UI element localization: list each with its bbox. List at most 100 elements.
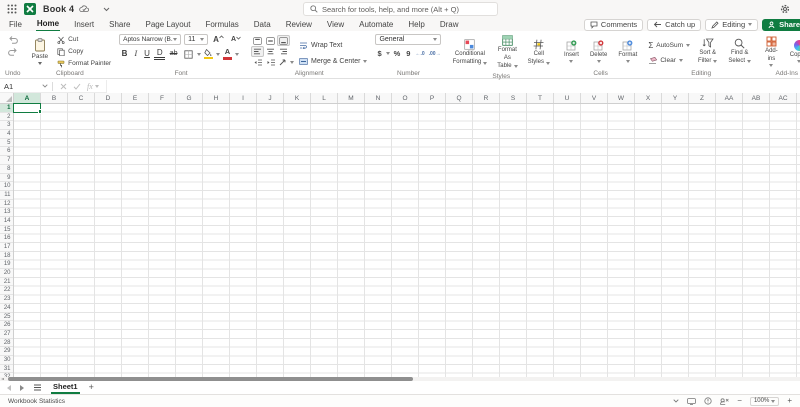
cell-styles-button[interactable]: Cell Styles: [525, 38, 553, 68]
accounting-chevron-icon[interactable]: [386, 52, 390, 55]
align-right-button[interactable]: [277, 46, 290, 57]
menu-tab-page-layout[interactable]: Page Layout: [145, 19, 192, 31]
conditional-formatting-button[interactable]: Conditional Formatting: [450, 38, 491, 68]
row-header-18[interactable]: 18: [0, 252, 13, 261]
row-header-16[interactable]: 16: [0, 234, 13, 243]
column-header-r[interactable]: R: [473, 93, 500, 103]
column-header-j[interactable]: J: [257, 93, 284, 103]
row-header-19[interactable]: 19: [0, 260, 13, 269]
column-header-k[interactable]: K: [284, 93, 311, 103]
menu-tab-automate[interactable]: Automate: [358, 19, 394, 31]
column-header-t[interactable]: T: [527, 93, 554, 103]
column-header-u[interactable]: U: [554, 93, 581, 103]
copilot-button[interactable]: Copilot: [787, 39, 800, 65]
row-header-31[interactable]: 31: [0, 365, 13, 374]
insert-cells-button[interactable]: Insert: [561, 39, 582, 65]
clear-button[interactable]: Clear: [648, 55, 690, 66]
row-header-27[interactable]: 27: [0, 330, 13, 339]
column-header-h[interactable]: H: [203, 93, 230, 103]
font-color-button[interactable]: A: [222, 48, 233, 60]
orientation-chevron-icon[interactable]: [290, 61, 294, 64]
share-button[interactable]: Share: [762, 19, 800, 31]
row-header-6[interactable]: 6: [0, 147, 13, 156]
active-cell-a1[interactable]: [13, 103, 41, 113]
menu-tab-formulas[interactable]: Formulas: [204, 19, 239, 31]
column-header-w[interactable]: W: [608, 93, 635, 103]
cut-button[interactable]: Cut: [57, 34, 111, 45]
column-header-q[interactable]: Q: [446, 93, 473, 103]
prev-sheet-icon[interactable]: [7, 385, 11, 391]
bold-button[interactable]: B: [119, 48, 130, 60]
percent-style-button[interactable]: %: [392, 49, 403, 58]
align-top-button[interactable]: [251, 35, 264, 46]
workbook-statistics-button[interactable]: Workbook Statistics: [8, 398, 65, 405]
paste-button[interactable]: Paste: [29, 37, 52, 66]
next-sheet-icon[interactable]: [20, 385, 24, 391]
all-sheets-menu-icon[interactable]: [33, 384, 42, 391]
column-header-x[interactable]: X: [635, 93, 662, 103]
grow-font-button[interactable]: A: [211, 35, 226, 44]
row-header-8[interactable]: 8: [0, 165, 13, 174]
underline-button[interactable]: U: [142, 48, 153, 60]
row-header-28[interactable]: 28: [0, 339, 13, 348]
row-header-1[interactable]: 1: [0, 104, 13, 113]
name-box[interactable]: A1: [0, 80, 52, 93]
menu-tab-view[interactable]: View: [326, 19, 345, 31]
formula-input[interactable]: [106, 80, 800, 93]
redo-button[interactable]: [8, 48, 18, 56]
row-header-22[interactable]: 22: [0, 286, 13, 295]
column-header-d[interactable]: D: [95, 93, 122, 103]
format-cells-button[interactable]: Format: [615, 39, 640, 65]
settings-gear-icon[interactable]: [780, 4, 790, 14]
column-header-n[interactable]: N: [365, 93, 392, 103]
display-mode-icon[interactable]: [687, 398, 696, 405]
borders-button[interactable]: [182, 50, 195, 59]
row-header-21[interactable]: 21: [0, 278, 13, 287]
shrink-font-button[interactable]: A: [229, 36, 243, 43]
row-header-4[interactable]: 4: [0, 130, 13, 139]
menu-tab-share[interactable]: Share: [108, 19, 131, 31]
row-header-23[interactable]: 23: [0, 295, 13, 304]
autosum-button[interactable]: Σ AutoSum: [648, 40, 690, 51]
addins-button[interactable]: Add-ins: [762, 35, 781, 68]
menu-tab-review[interactable]: Review: [285, 19, 313, 31]
fill-color-button[interactable]: [203, 49, 214, 60]
delete-cells-button[interactable]: Delete: [587, 39, 610, 65]
app-launcher-icon[interactable]: [7, 4, 17, 14]
search-input[interactable]: Search for tools, help, and more (Alt + …: [303, 2, 498, 16]
title-chevron-icon[interactable]: [103, 7, 110, 12]
row-header-9[interactable]: 9: [0, 174, 13, 183]
find-select-button[interactable]: Find & Select: [725, 37, 754, 67]
row-header-20[interactable]: 20: [0, 269, 13, 278]
font-size-select[interactable]: 11: [184, 34, 208, 45]
borders-chevron-icon[interactable]: [197, 53, 201, 56]
column-header-ab[interactable]: AB: [743, 93, 770, 103]
format-as-table-button[interactable]: Format As Table: [494, 34, 520, 72]
menu-tab-insert[interactable]: Insert: [73, 19, 95, 31]
undo-button[interactable]: [8, 36, 18, 44]
add-sheet-button[interactable]: +: [89, 383, 94, 392]
align-left-button[interactable]: [251, 46, 264, 57]
column-header-s[interactable]: S: [500, 93, 527, 103]
row-header-17[interactable]: 17: [0, 243, 13, 252]
comma-style-button[interactable]: 9: [404, 49, 412, 58]
menu-tab-file[interactable]: File: [8, 19, 23, 31]
italic-button[interactable]: I: [132, 48, 140, 60]
feedback-icon[interactable]: [720, 398, 729, 405]
column-header-v[interactable]: V: [581, 93, 608, 103]
column-header-z[interactable]: Z: [689, 93, 716, 103]
orientation-button[interactable]: [277, 57, 290, 68]
row-header-30[interactable]: 30: [0, 356, 13, 365]
zoom-out-button[interactable]: −: [737, 397, 742, 405]
column-header-y[interactable]: Y: [662, 93, 689, 103]
cell-area[interactable]: [14, 104, 800, 377]
scroll-left-arrow[interactable]: [1, 378, 4, 380]
row-header-2[interactable]: 2: [0, 113, 13, 122]
column-header-e[interactable]: E: [122, 93, 149, 103]
comments-button[interactable]: Comments: [584, 19, 643, 31]
column-header-o[interactable]: O: [392, 93, 419, 103]
column-header-aa[interactable]: AA: [716, 93, 743, 103]
accounting-format-button[interactable]: $: [375, 49, 383, 58]
catch-up-button[interactable]: Catch up: [647, 19, 701, 31]
column-header-b[interactable]: B: [41, 93, 68, 103]
